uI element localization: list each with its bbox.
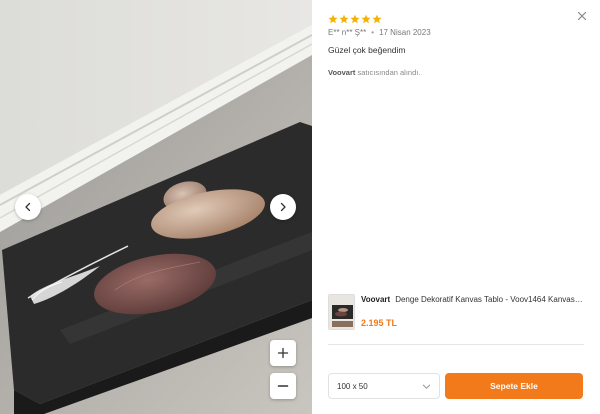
add-to-cart-button[interactable]: Sepete Ekle: [445, 373, 583, 399]
seller-suffix: satıcısından alındı.: [357, 68, 421, 77]
star-icon: [328, 14, 338, 24]
zoom-out-button[interactable]: [270, 373, 296, 399]
product-thumbnail[interactable]: [328, 294, 355, 330]
plus-icon: [277, 347, 289, 359]
close-button[interactable]: [574, 8, 590, 24]
zoom-in-button[interactable]: [270, 340, 296, 366]
review-date: 17 Nisan 2023: [379, 28, 431, 37]
chevron-right-icon: [280, 202, 286, 212]
close-icon: [577, 11, 587, 21]
product-price: 2.195 TL: [361, 318, 398, 328]
review-photo: [0, 0, 312, 414]
image-viewer: [0, 0, 312, 414]
product-thumbnail-image: [329, 295, 354, 329]
previous-image-button[interactable]: [15, 194, 41, 220]
size-select-value: 100 x 50: [337, 381, 368, 391]
star-icon: [350, 14, 360, 24]
chevron-down-icon: [422, 384, 431, 389]
seller-info: Voovart satıcısından alındı.: [328, 68, 420, 77]
product-name: Denge Dekoratif Kanvas Tablo - Voov1464 …: [395, 295, 584, 304]
meta-separator: •: [371, 28, 375, 37]
chevron-left-icon: [25, 202, 31, 212]
review-comment: Güzel çok beğendim: [328, 45, 406, 55]
rating-stars: [328, 14, 382, 24]
divider: [328, 344, 584, 345]
review-author: E** n** Ş**: [328, 28, 367, 37]
review-panel: E** n** Ş** • 17 Nisan 2023 Güzel çok beğe…: [312, 0, 600, 414]
star-icon: [339, 14, 349, 24]
star-icon: [372, 14, 382, 24]
next-image-button[interactable]: [270, 194, 296, 220]
seller-name: Voovart: [328, 68, 356, 77]
product-brand: Voovart: [361, 295, 391, 304]
star-icon: [361, 14, 371, 24]
size-select[interactable]: 100 x 50: [328, 373, 440, 399]
product-summary[interactable]: Voovart Denge Dekoratif Kanvas Tablo - Vo…: [328, 292, 584, 332]
product-title[interactable]: Voovart Denge Dekoratif Kanvas Tablo - Vo…: [361, 295, 584, 304]
minus-icon: [277, 385, 289, 387]
review-meta: E** n** Ş** • 17 Nisan 2023: [328, 28, 431, 37]
